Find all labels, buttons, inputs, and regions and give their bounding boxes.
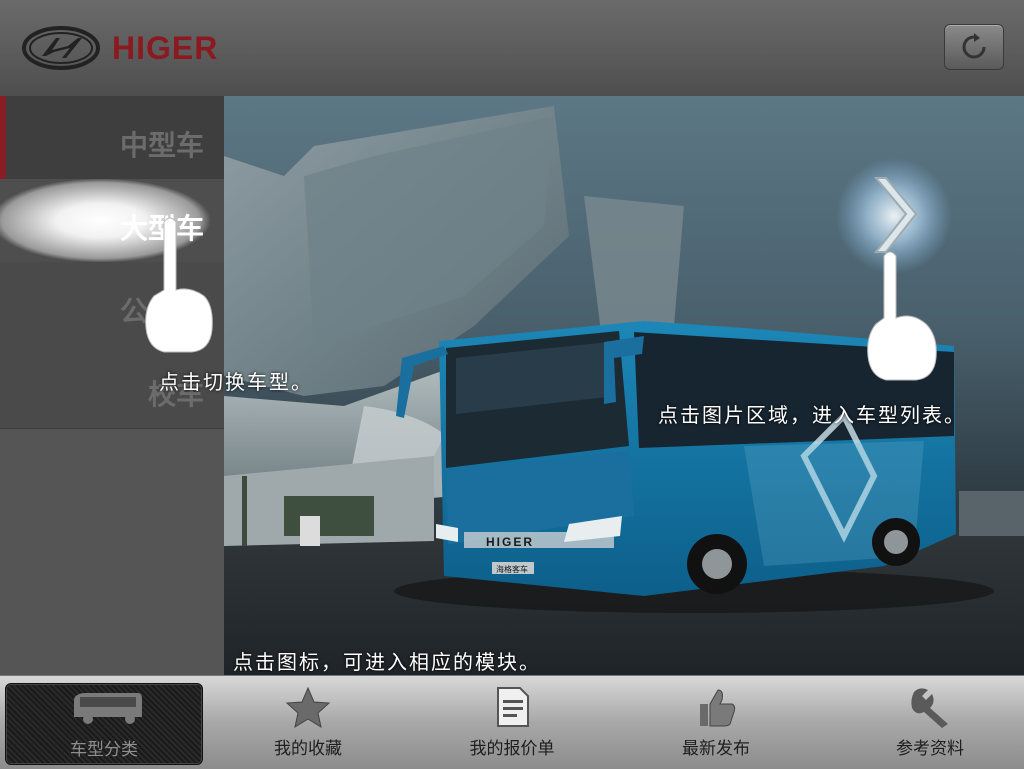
sidebar-item-medium-bus[interactable]: 中型车 — [0, 96, 224, 180]
tab-latest-releases[interactable]: 最新发布 — [616, 676, 816, 769]
bus-plate-text: 海格客车 — [496, 564, 528, 574]
hint-switch-model: 点击切换车型。 — [159, 370, 313, 394]
hand-pointer-icon — [145, 217, 213, 353]
tab-vehicle-category[interactable]: 车型分类 — [5, 683, 203, 765]
tab-label: 我的报价单 — [469, 739, 555, 759]
document-icon — [497, 687, 529, 727]
hint-icon-module: 点击图标，可进入相应的模块。 — [233, 650, 541, 674]
bus-icon — [74, 693, 142, 724]
bus-brand-text: HIGER — [486, 535, 534, 549]
tab-reference-materials[interactable]: 参考资料 — [830, 676, 1024, 769]
refresh-button[interactable] — [944, 24, 1004, 70]
tab-label: 我的收藏 — [274, 739, 342, 759]
tab-label: 车型分类 — [70, 740, 138, 760]
bus-image-area[interactable]: HIGER 海格客车 — [224, 96, 1024, 675]
sidebar-item-label: 中型车 — [119, 129, 204, 162]
thumbs-up-icon — [700, 689, 736, 727]
app-header: HIGER — [0, 0, 1024, 97]
tab-label: 参考资料 — [896, 739, 964, 759]
refresh-icon — [962, 33, 986, 59]
wrench-icon — [911, 688, 948, 728]
bottom-tab-bar: 车型分类 我的收藏 我的报价单 最新发布 参考资料 — [0, 675, 1024, 769]
tab-my-quotes[interactable]: 我的报价单 — [412, 676, 612, 769]
hand-pointer-icon — [867, 251, 937, 381]
higer-emblem-icon — [22, 26, 100, 70]
tab-label: 最新发布 — [682, 739, 750, 759]
hint-image-area: 点击图片区域，进入车型列表。 — [658, 403, 966, 427]
tab-my-favorites[interactable]: 我的收藏 — [208, 676, 408, 769]
brand-logo-text: HIGER — [112, 30, 219, 66]
star-icon — [285, 686, 331, 728]
